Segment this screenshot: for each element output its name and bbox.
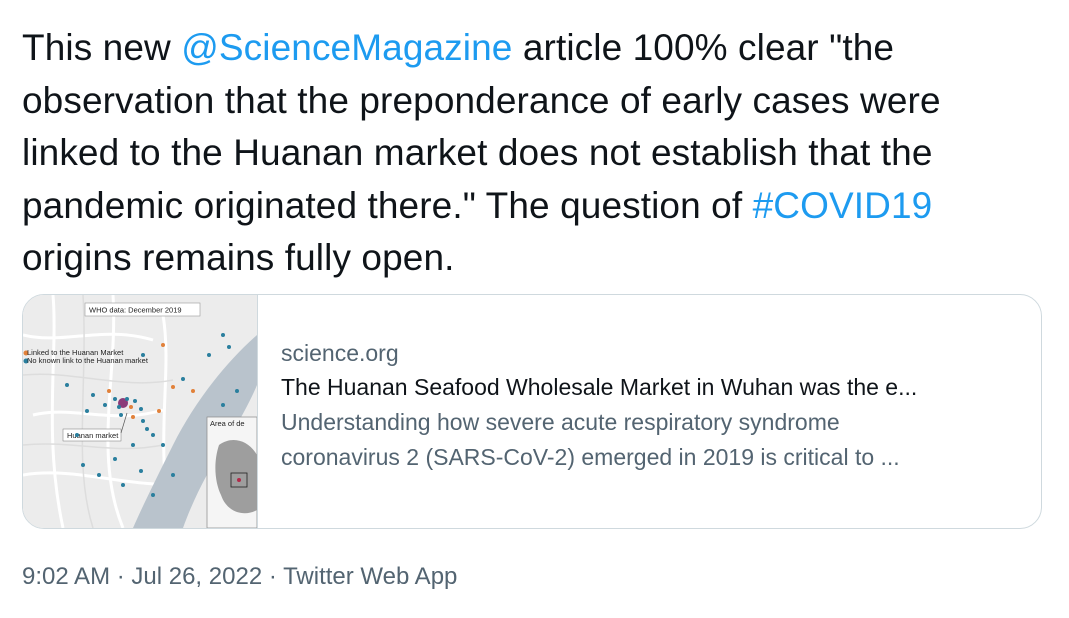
tweet-source[interactable]: Twitter Web App <box>283 563 457 590</box>
mention-link[interactable]: @ScienceMagazine <box>181 27 512 68</box>
link-preview-card[interactable]: WHO data: December 2019 Linked to the Hu… <box>22 294 1042 529</box>
tweet-date[interactable]: Jul 26, 2022 <box>131 563 262 590</box>
card-body[interactable]: science.org The Huanan Seafood Wholesale… <box>258 295 1041 528</box>
tweet-text-part-3: origins remains fully open. <box>22 237 455 278</box>
meta-separator: · <box>262 563 284 590</box>
card-description: Understanding how severe acute respirato… <box>281 405 1021 475</box>
map-title-label: WHO data: December 2019 <box>89 306 182 315</box>
tweet-time[interactable]: 9:02 AM <box>22 563 110 590</box>
meta-separator: · <box>110 563 132 590</box>
map-image: WHO data: December 2019 Linked to the Hu… <box>23 295 257 528</box>
card-thumbnail-map[interactable]: WHO data: December 2019 Linked to the Hu… <box>23 295 258 528</box>
legend-unlinked-label: No known link to the Huanan market <box>27 356 149 365</box>
tweet-metadata: 9:02 AM · Jul 26, 2022 · Twitter Web App <box>22 560 457 594</box>
inset-label: Area of de <box>210 419 245 428</box>
tweet-text: This new @ScienceMagazine article 100% c… <box>22 22 1042 285</box>
card-title: The Huanan Seafood Wholesale Market in W… <box>281 374 918 400</box>
card-description-line-2: coronavirus 2 (SARS-CoV-2) emerged in 20… <box>281 444 900 470</box>
card-description-line-1: Understanding how severe acute respirato… <box>281 409 840 435</box>
card-domain: science.org <box>281 340 399 366</box>
market-label: Huanan market <box>67 431 119 440</box>
tweet-text-part-1: This new <box>22 27 182 68</box>
hashtag-link[interactable]: #COVID19 <box>753 185 933 226</box>
